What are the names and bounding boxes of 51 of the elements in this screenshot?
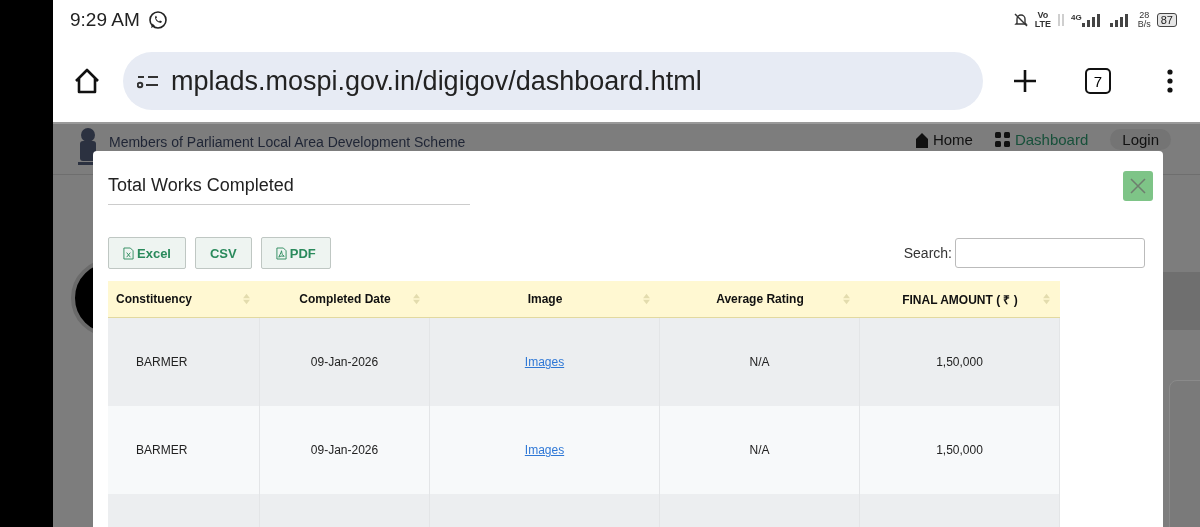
table-cell: BARMER bbox=[136, 443, 188, 457]
images-link[interactable]: Images bbox=[524, 443, 565, 457]
column-header[interactable]: Average Rating bbox=[660, 281, 860, 317]
pdf-file-icon bbox=[275, 246, 287, 260]
table-cell: N/A bbox=[749, 443, 770, 457]
grid-icon bbox=[994, 131, 1011, 148]
export-button[interactable]: Excel bbox=[108, 237, 186, 269]
table-cell: 1,50,000 bbox=[936, 443, 983, 457]
volte-label: Vo bbox=[1037, 11, 1049, 20]
column-header[interactable]: FINAL AMOUNT ( ₹ ) bbox=[860, 281, 1060, 317]
column-header[interactable]: Completed Date bbox=[260, 281, 430, 317]
sort-icon bbox=[413, 293, 420, 305]
sort-icon bbox=[843, 293, 850, 305]
sort-icon bbox=[243, 293, 250, 305]
house-icon bbox=[914, 131, 929, 148]
speed-value: 28 bbox=[1139, 11, 1150, 20]
muted-bell-icon bbox=[1012, 12, 1029, 28]
sort-icon bbox=[643, 293, 650, 305]
column-header[interactable]: Image bbox=[430, 281, 660, 317]
battery-indicator: 87 bbox=[1156, 13, 1177, 27]
modal-title: Total Works Completed bbox=[108, 175, 470, 205]
spreadsheet-file-icon bbox=[123, 246, 134, 260]
export-button[interactable]: PDF bbox=[260, 237, 331, 269]
table-cell: BARMER bbox=[136, 355, 188, 369]
plus-icon[interactable] bbox=[1013, 69, 1037, 93]
address-bar[interactable]: mplads.mospi.gov.in/digigov/dashboard.html bbox=[123, 52, 983, 110]
more-menu-icon[interactable] bbox=[1167, 69, 1173, 93]
table-cell: 09-Jan-2026 bbox=[310, 355, 379, 369]
search-label: Search: bbox=[903, 245, 952, 261]
nav-link[interactable]: Dashboard bbox=[994, 131, 1089, 148]
url-text: mplads.mospi.gov.in/digigov/dashboard.html bbox=[171, 65, 702, 97]
sort-icon bbox=[1043, 293, 1050, 305]
login-button[interactable]: Login bbox=[1110, 129, 1171, 150]
lte-label: LTE bbox=[1034, 20, 1052, 29]
tab-count-button[interactable]: 7 bbox=[1085, 68, 1111, 94]
site-title: Members of Parliament Local Area Development Scheme bbox=[109, 134, 466, 150]
speed-unit: B/s bbox=[1137, 20, 1151, 29]
nav-link[interactable]: Home bbox=[914, 131, 973, 148]
images-link[interactable]: Images bbox=[524, 355, 565, 369]
table-cell: N/A bbox=[749, 355, 770, 369]
close-icon bbox=[1130, 178, 1146, 194]
column-header[interactable]: Constituency bbox=[108, 281, 260, 317]
status-time: 9:29 AM bbox=[70, 9, 140, 31]
table-cell: 09-Jan-2026 bbox=[310, 443, 379, 457]
data-arrows-icon bbox=[1057, 12, 1066, 28]
export-button[interactable]: CSV bbox=[195, 237, 252, 269]
home-icon[interactable] bbox=[73, 67, 101, 95]
search-field[interactable] bbox=[955, 238, 1145, 268]
network-type-label: 4G bbox=[1071, 13, 1082, 22]
chat-bubble-icon bbox=[147, 10, 168, 30]
table-cell: 1,50,000 bbox=[936, 355, 983, 369]
